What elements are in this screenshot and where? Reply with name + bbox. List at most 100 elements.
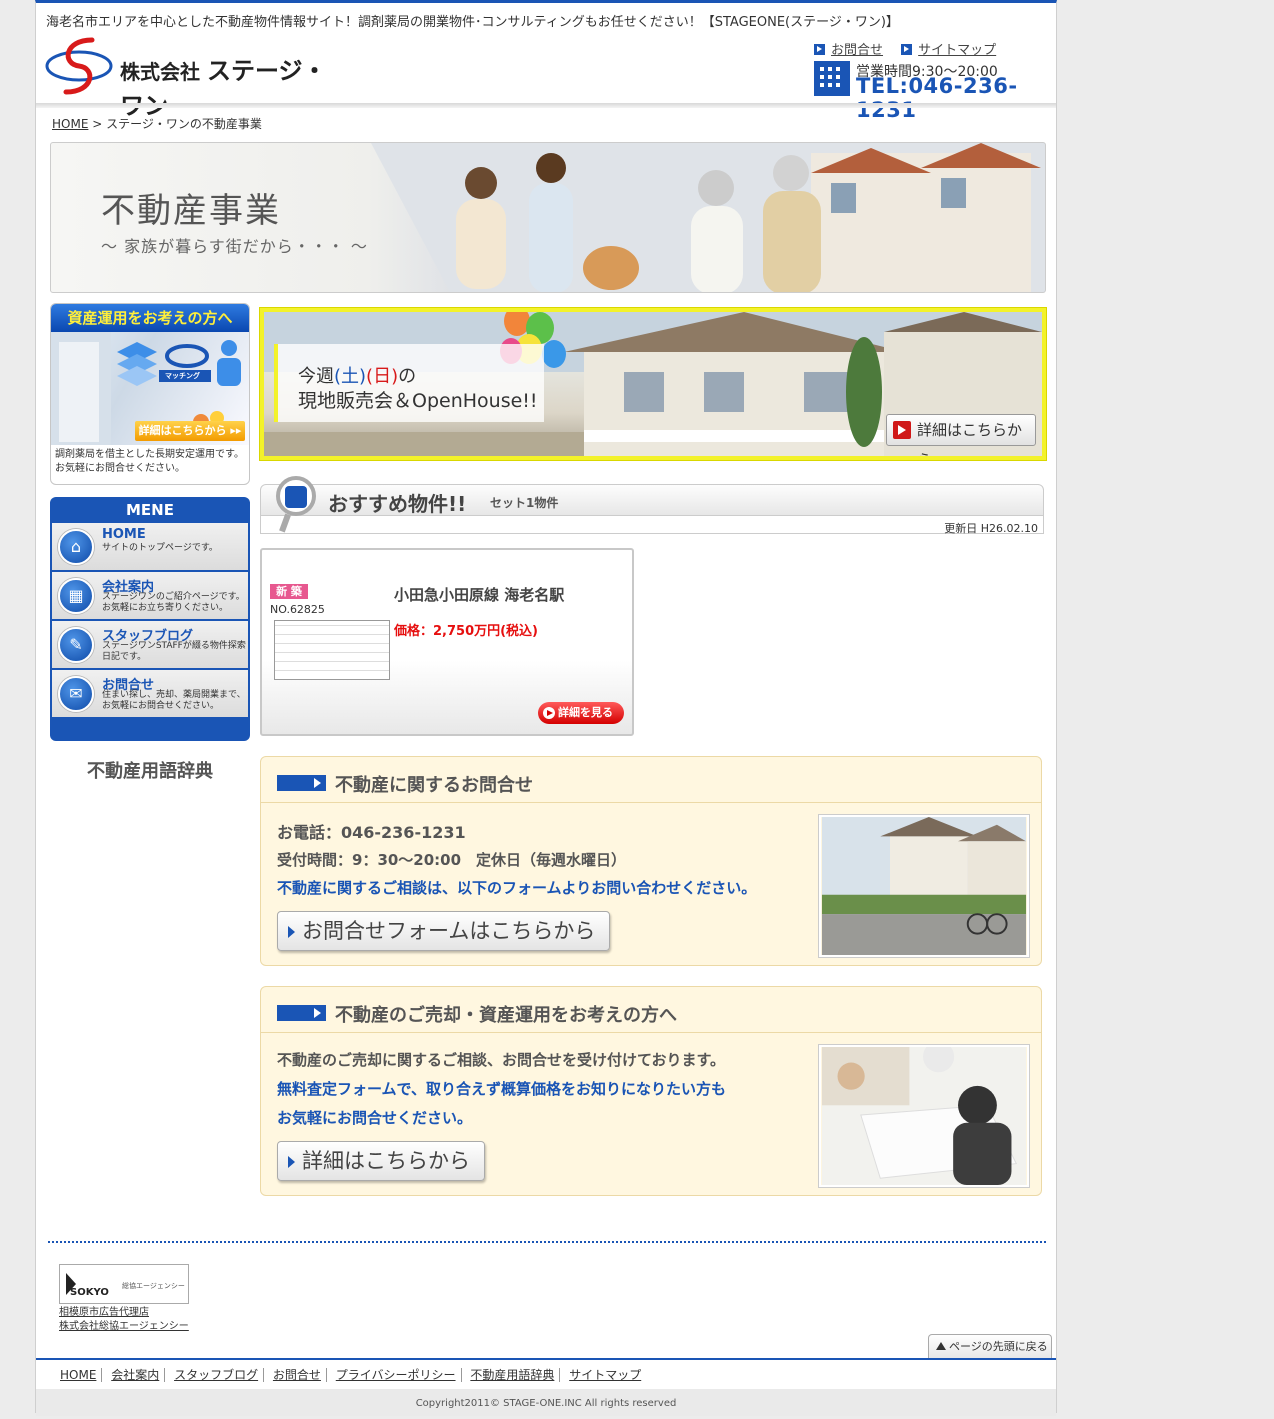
- menu-item-desc: サイトのトップページです。: [102, 543, 218, 553]
- header-links: お問合せ サイトマップ: [814, 39, 1010, 58]
- side-menu: MENE ⌂ HOME サイトのトップページです。 ▦ 会社案内 ステージワンの…: [50, 497, 250, 741]
- banner-title: 不動産事業: [101, 191, 281, 231]
- header-link-sitemap-label: サイトマップ: [918, 43, 997, 58]
- sell-line3: お気軽にお問合せください。: [277, 1109, 473, 1127]
- mail-icon: ✉: [58, 676, 94, 712]
- openhouse-no: の: [398, 366, 417, 387]
- footer-link-dictionary[interactable]: 不動産用語辞典: [465, 1368, 561, 1382]
- inquiry-form-button[interactable]: お問合せフォームはこちらから: [277, 911, 611, 951]
- openhouse-week: 今週: [298, 366, 334, 387]
- asset-ad-image: マッチング 詳細はこちらから ▸▸: [51, 332, 249, 445]
- breadcrumb-current: ステージ・ワンの不動産事業: [106, 117, 262, 131]
- openhouse-saturday: (土): [334, 366, 367, 387]
- sell-box: 不動産のご売却・資産運用をお考えの方へ 不動産のご売却に関するご相談、お問合せを…: [260, 986, 1042, 1196]
- recommended-title: おすすめ物件!!: [328, 492, 467, 516]
- building-icon: ▦: [58, 578, 94, 614]
- menu-item-desc: ステージワンSTAFFが綴る物件探索日記です。: [102, 641, 246, 662]
- recommended-count: セット1物件: [490, 496, 559, 510]
- inquiry-title: 不動産に関するお問合せ: [335, 775, 533, 796]
- new-build-badge: 新 築: [270, 584, 308, 599]
- asset-ad-button[interactable]: 詳細はこちらから ▸▸: [135, 421, 245, 441]
- inquiry-box: 不動産に関するお問合せ お電話：046-236-1231 受付時間：9：30〜2…: [260, 756, 1042, 966]
- asset-management-ad[interactable]: 資産運用をお考えの方へ マッチング 詳細はこちらから ▸▸ 調剤薬局を借主とした…: [50, 303, 250, 485]
- sell-line2: 無料査定フォームで、取り合えず概算価格をお知りになりたい方も: [277, 1080, 726, 1098]
- footer-link-blog[interactable]: スタッフブログ: [169, 1368, 265, 1382]
- sell-head: 不動産のご売却・資産運用をお考えの方へ: [261, 987, 1041, 1033]
- inquiry-note: 不動産に関するご相談は、以下のフォームよりお問い合わせください。: [277, 879, 757, 897]
- page-container: 海老名市エリアを中心とした不動産物件情報サイト！調剤薬局の開業物件･コンサルティ…: [35, 0, 1057, 1416]
- logo-mark-icon: [45, 37, 113, 95]
- arrow-bullet-icon: [814, 44, 825, 55]
- arrow-right-icon: [277, 1005, 326, 1021]
- recommended-underbar: [260, 516, 1044, 534]
- main-content: 今週(土)(日)の 現地販売会＆OpenHouse!! 詳細はこちらから おすす…: [260, 308, 1046, 1196]
- partner-logo[interactable]: SOKYO 総協エージェンシー: [59, 1264, 189, 1304]
- openhouse-line1: 今週(土)(日)の: [298, 362, 416, 388]
- menu-item-title: HOME: [102, 527, 146, 542]
- menu-item-contact[interactable]: ✉ お問合せ 住まい探し、売却、薬局開業まで、お気軽にお問合せください。: [52, 670, 248, 717]
- header-divider: [36, 103, 1056, 108]
- sokyo-logo-text: SOKYO: [70, 1287, 109, 1298]
- asset-ad-title: 資産運用をお考えの方へ: [51, 304, 249, 332]
- asset-ad-description: 調剤薬局を借主とした長期安定運用です。お気軽にお問合せください。: [55, 449, 244, 474]
- phone-number[interactable]: TEL:046-236-1231: [856, 74, 1044, 122]
- side-menu-title: MENE: [126, 501, 174, 519]
- header-link-contact[interactable]: お問合せ: [814, 43, 883, 58]
- footer-link-contact[interactable]: お問合せ: [267, 1368, 327, 1382]
- pen-note-icon: ✎: [58, 627, 94, 663]
- sell-line1: 不動産のご売却に関するご相談、お問合せを受け付けております。: [277, 1051, 726, 1069]
- floor-plan-image: [274, 620, 390, 680]
- tel-info: 営業時間9:30〜20:00 TEL:046-236-1231: [814, 61, 1044, 122]
- company-name: 株式会社 ステージ・ワン: [120, 51, 344, 121]
- breadcrumb-separator: >: [92, 117, 103, 131]
- dictionary-link[interactable]: 不動産用語辞典: [50, 757, 250, 783]
- property-price: 価格：2,750万円(税込): [394, 624, 539, 639]
- breadcrumb-home[interactable]: HOME: [52, 117, 88, 131]
- sokyo-logo-subtext: 総協エージェンシー: [122, 1282, 185, 1290]
- page-top-button[interactable]: ページの先頭に戻る: [928, 1334, 1052, 1358]
- recommended-header: おすすめ物件!! セット1物件 更新日 H26.02.10: [260, 476, 1044, 535]
- property-card[interactable]: 新 築 NO.62825 小田急小田原線 海老名駅 価格：2,750万円(税込)…: [260, 548, 634, 736]
- footer-link-sitemap[interactable]: サイトマップ: [564, 1368, 646, 1382]
- footer-nav: HOME 会社案内 スタッフブログ お問合せ プライバシーポリシー 不動産用語辞…: [60, 1366, 646, 1383]
- street-photo: [819, 815, 1029, 957]
- sell-title: 不動産のご売却・資産運用をお考えの方へ: [335, 1005, 677, 1026]
- recommended-updated: 更新日 H26.02.10: [944, 522, 1038, 535]
- header-link-contact-label: お問合せ: [831, 43, 884, 58]
- partner-link-1[interactable]: 相模原市広告代理店: [59, 1306, 189, 1320]
- house-search-icon: [276, 476, 316, 516]
- partner-link-2[interactable]: 株式会社総協エージェンシー: [59, 1320, 189, 1334]
- arrow-bullet-icon: [901, 44, 913, 55]
- hero-banner: 不動産事業 〜 家族が暮らす街だから・・・ 〜: [50, 142, 1046, 293]
- menu-item-desc: ステージワンのご紹介ページです。お気軽にお立ち寄りください。: [102, 592, 245, 613]
- inquiry-hours: 受付時間：9：30〜20:00 定休日（毎週水曜日）: [277, 851, 627, 869]
- property-station: 小田急小田原線 海老名駅: [394, 586, 565, 604]
- sidebar: 資産運用をお考えの方へ マッチング 詳細はこちらから ▸▸ 調剤薬局を借主とした…: [50, 303, 250, 783]
- partner-text: 相模原市広告代理店 株式会社総協エージェンシー: [59, 1306, 189, 1334]
- copyright: Copyright2011© STAGE-ONE.INC All rights …: [36, 1389, 1056, 1416]
- footer-link-company[interactable]: 会社案内: [106, 1368, 166, 1382]
- openhouse-line2: 現地販売会＆OpenHouse!!: [298, 390, 538, 412]
- footer-link-home[interactable]: HOME: [60, 1368, 103, 1382]
- openhouse-detail-button[interactable]: 詳細はこちらから: [886, 414, 1036, 456]
- footer-divider: [48, 1241, 1046, 1243]
- company-logo[interactable]: 株式会社 ステージ・ワン: [44, 34, 344, 120]
- banner-subtitle: 〜 家族が暮らす街だから・・・ 〜: [101, 237, 368, 256]
- site-tagline: 海老名市エリアを中心とした不動産物件情報サイト！調剤薬局の開業物件･コンサルティ…: [46, 15, 899, 30]
- openhouse-banner[interactable]: 今週(土)(日)の 現地販売会＆OpenHouse!! 詳細はこちらから: [260, 308, 1046, 460]
- breadcrumb: HOME > ステージ・ワンの不動産事業: [52, 115, 262, 132]
- company-prefix: 株式会社: [120, 60, 200, 84]
- header-link-sitemap[interactable]: サイトマップ: [901, 43, 996, 58]
- inquiry-head: 不動産に関するお問合せ: [261, 757, 1041, 803]
- sell-detail-button[interactable]: 詳細はこちらから: [277, 1141, 485, 1181]
- property-detail-button[interactable]: 詳細を見る: [538, 702, 624, 724]
- menu-item-blog[interactable]: ✎ スタッフブログ ステージワンSTAFFが綴る物件探索日記です。: [52, 621, 248, 668]
- footer-link-privacy[interactable]: プライバシーポリシー: [330, 1368, 462, 1382]
- menu-item-desc: 住まい探し、売却、薬局開業まで、お気軽にお問合せください。: [102, 690, 246, 711]
- consultation-photo: [819, 1045, 1029, 1187]
- home-icon: ⌂: [58, 529, 94, 565]
- menu-item-home[interactable]: ⌂ HOME サイトのトップページです。: [52, 523, 248, 570]
- openhouse-label: 今週(土)(日)の 現地販売会＆OpenHouse!!: [274, 344, 544, 422]
- menu-item-company[interactable]: ▦ 会社案内 ステージワンのご紹介ページです。お気軽にお立ち寄りください。: [52, 572, 248, 619]
- arrow-right-icon: [277, 775, 326, 791]
